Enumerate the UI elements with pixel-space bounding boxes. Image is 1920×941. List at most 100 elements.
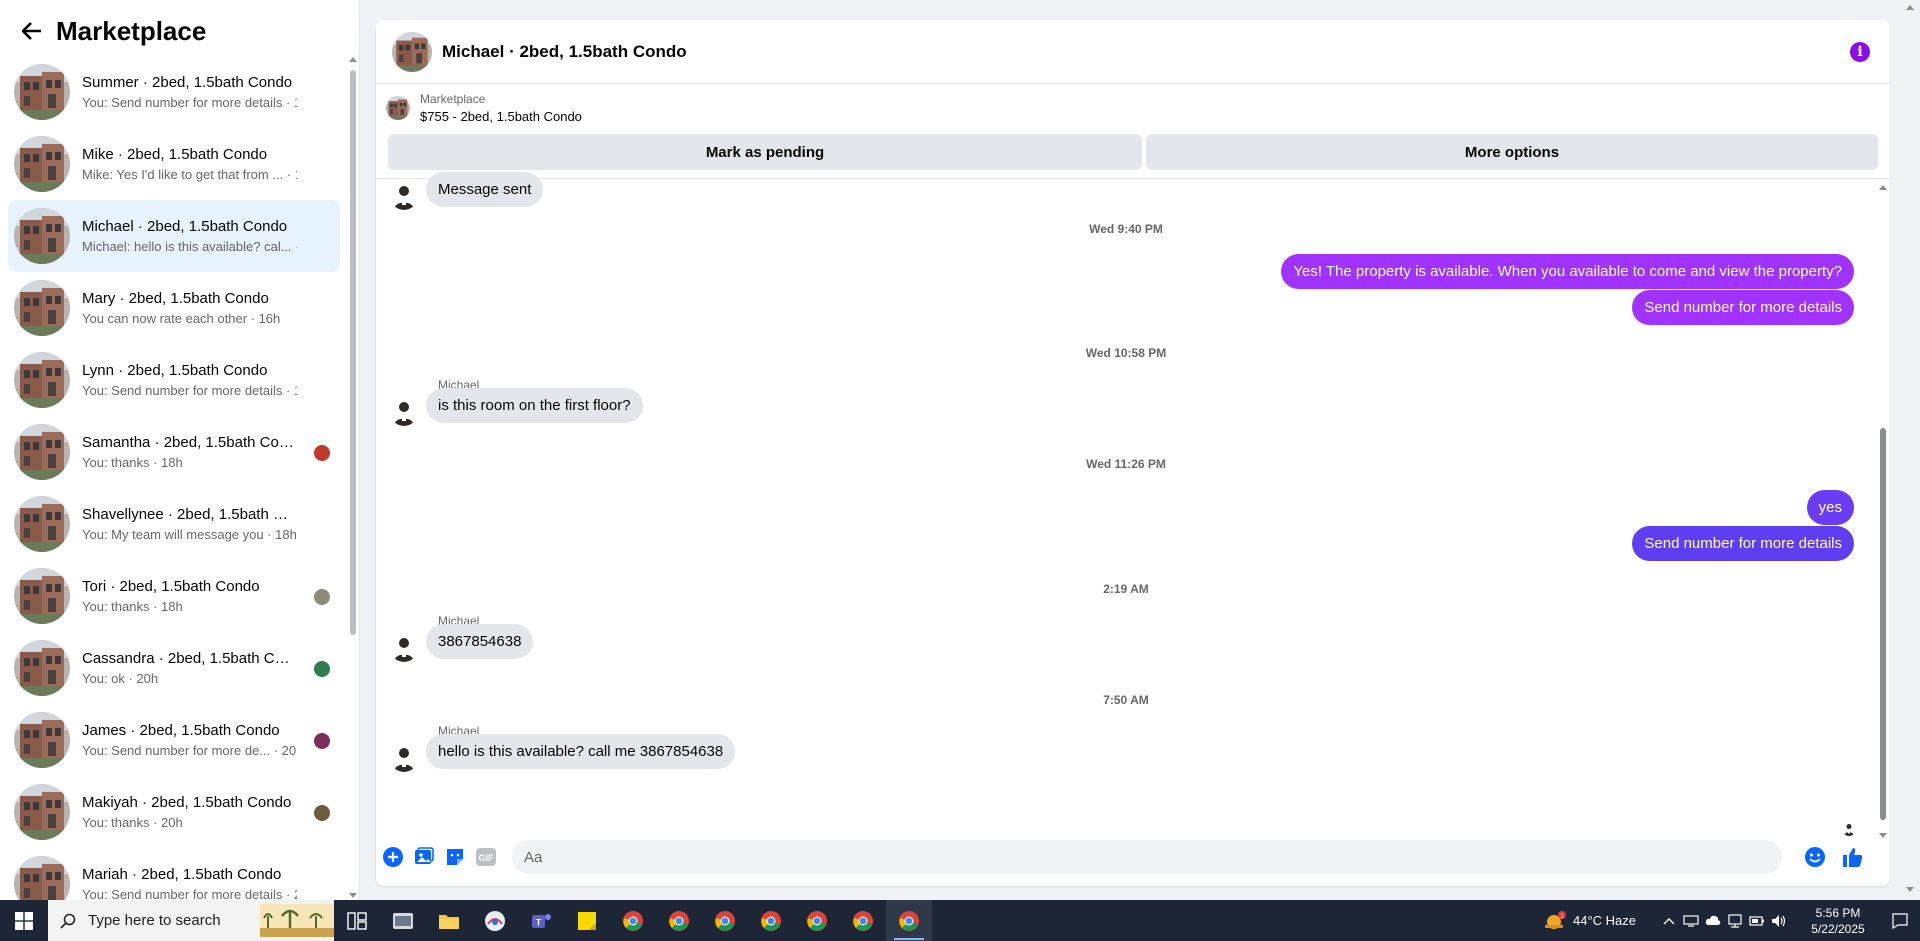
scroll-up-arrow-icon[interactable] (349, 57, 357, 62)
listing-title: $755 - 2bed, 1.5bath Condo (420, 109, 582, 124)
mark-as-pending-button[interactable]: Mark as pending (388, 134, 1142, 170)
file-explorer-icon[interactable] (426, 900, 472, 941)
read-receipt-avatar (314, 445, 330, 461)
cloud-icon[interactable] (1702, 900, 1724, 941)
teams-icon[interactable]: T (518, 900, 564, 941)
chrome-icon[interactable] (702, 900, 748, 941)
conversation-item[interactable]: Mike · 2bed, 1.5bath Condo Mike: Yes I'd … (8, 128, 340, 200)
sticker-icon[interactable] (444, 846, 466, 868)
conversation-item[interactable]: Samantha · 2bed, 1.5bath Con... You: than… (8, 416, 340, 488)
chrome-icon[interactable] (840, 900, 886, 941)
incoming-message-row: Message sent (390, 168, 544, 210)
conversation-item[interactable]: Summer · 2bed, 1.5bath Condo You: Send nu… (8, 56, 340, 128)
gif-icon[interactable]: GIF (475, 846, 497, 868)
emoji-icon[interactable] (1804, 846, 1826, 868)
display-icon[interactable] (1680, 900, 1702, 941)
incoming-message[interactable]: 3867854638 (426, 623, 534, 659)
conversation-preview: You: thanks · 18h (82, 455, 183, 470)
conversation-name: Mike · 2bed, 1.5bath Condo (82, 146, 268, 163)
chevron-up-icon[interactable] (1658, 900, 1680, 941)
speaker-icon[interactable] (1768, 900, 1790, 941)
chat-title[interactable]: Michael · 2bed, 1.5bath Condo (442, 42, 687, 62)
clock[interactable]: 5:56 PM 5/22/2025 (1796, 905, 1880, 937)
listing-avatar (14, 424, 70, 480)
chrome-icon[interactable] (748, 900, 794, 941)
conversation-item[interactable]: James · 2bed, 1.5bath Condo You: Send num… (8, 704, 340, 776)
conversation-item[interactable]: Makiyah · 2bed, 1.5bath Condo You: thanks… (8, 776, 340, 848)
outgoing-message[interactable]: Send number for more details (1632, 290, 1854, 325)
conversation-name: Lynn · 2bed, 1.5bath Condo (82, 362, 268, 379)
conversation-preview: You: Send number for more details · 20h (82, 887, 297, 900)
listing-avatar (14, 568, 70, 624)
incoming-message-row: hello is this available? call me 3867854… (390, 730, 736, 772)
conversation-item[interactable]: Shavellynee · 2bed, 1.5bath Condo You: My… (8, 488, 340, 560)
windows-start-icon[interactable] (0, 900, 48, 941)
incoming-message-row: 3867854638 (390, 620, 534, 662)
conversation-item[interactable]: Cassandra · 2bed, 1.5bath Con... You: ok … (8, 632, 340, 704)
system-tray: 1 44°C Haze 5:56 PM 5/22/2025 (1544, 900, 1920, 941)
incoming-message[interactable]: hello is this available? call me 3867854… (426, 733, 736, 769)
task-view-icon[interactable] (334, 900, 380, 941)
network-icon[interactable] (1724, 900, 1746, 941)
scroll-up-arrow-icon[interactable] (1879, 185, 1887, 190)
weather-text[interactable]: 44°C Haze (1573, 913, 1636, 928)
thumbs-up-icon[interactable] (1842, 846, 1864, 868)
message-thread: Message sent Wed 9:40 PM Yes! The proper… (376, 171, 1876, 840)
conversation-item[interactable]: Mariah · 2bed, 1.5bath Condo You: Send nu… (8, 848, 340, 900)
listing-avatar (14, 208, 70, 264)
scroll-down-arrow-icon[interactable] (1906, 887, 1914, 892)
conversation-name: Michael · 2bed, 1.5bath Condo (82, 218, 288, 235)
info-icon[interactable]: i (1850, 42, 1870, 62)
listing-label: Marketplace (420, 92, 486, 106)
conversation-preview: Mike: Yes I'd like to get that from ... … (82, 167, 297, 182)
conversation-name: Shavellynee · 2bed, 1.5bath Condo (82, 506, 297, 523)
conversation-name: Makiyah · 2bed, 1.5bath Condo (82, 794, 292, 811)
chrome-icon[interactable] (656, 900, 702, 941)
outgoing-message[interactable]: yes (1806, 490, 1854, 525)
sticky-notes-icon[interactable] (564, 900, 610, 941)
scroll-up-arrow-icon[interactable] (1906, 5, 1914, 10)
chat-scrollbar[interactable] (1878, 180, 1888, 840)
conversation-item[interactable]: Mary · 2bed, 1.5bath Condo You can now ra… (8, 272, 340, 344)
outgoing-message[interactable]: Send number for more details (1632, 526, 1854, 561)
conversation-preview: You: thanks · 18h (82, 599, 183, 614)
more-options-button[interactable]: More options (1146, 134, 1878, 170)
taskbar-search[interactable]: Type here to search (48, 900, 334, 941)
back-arrow-icon[interactable] (20, 19, 44, 43)
scroll-down-arrow-icon[interactable] (349, 893, 357, 898)
incoming-message[interactable]: Message sent (426, 171, 544, 207)
read-receipt-avatar (314, 733, 330, 749)
chrome-icon-active[interactable] (886, 900, 932, 941)
conversation-item-active[interactable]: Michael · 2bed, 1.5bath Condo Michael: he… (8, 200, 340, 272)
conversation-item[interactable]: Tori · 2bed, 1.5bath Condo You: thanks · … (8, 560, 340, 632)
message-input[interactable] (512, 840, 1782, 874)
conversation-name: Summer · 2bed, 1.5bath Condo (82, 74, 293, 91)
incoming-message[interactable]: is this room on the first floor? (426, 387, 643, 423)
conversation-preview: You: Send number for more de... · 20h (82, 743, 297, 758)
listing-avatar (14, 856, 70, 900)
listing-avatar (14, 136, 70, 192)
conversation-name: Samantha · 2bed, 1.5bath Con... (82, 434, 297, 451)
listing-summary[interactable]: Marketplace $755 - 2bed, 1.5bath Condo (386, 92, 582, 124)
app-icon[interactable] (380, 900, 426, 941)
listing-avatar[interactable] (392, 32, 432, 72)
chrome-icon[interactable] (794, 900, 840, 941)
listing-avatar (14, 496, 70, 552)
scrollbar-thumb[interactable] (350, 70, 356, 635)
sidebar-scrollbar[interactable] (348, 52, 358, 900)
timestamp: Wed 11:26 PM (1086, 457, 1166, 471)
battery-icon[interactable] (1746, 900, 1768, 941)
svg-text:T: T (536, 917, 542, 927)
app-icon[interactable] (472, 900, 518, 941)
photo-icon[interactable] (413, 846, 435, 868)
scrollbar-thumb[interactable] (1880, 428, 1886, 820)
notification-icon[interactable] (1880, 900, 1920, 941)
weather-icon[interactable]: 1 (1544, 910, 1567, 931)
conversation-name: Mary · 2bed, 1.5bath Condo (82, 290, 269, 307)
page-scrollbar[interactable] (1900, 0, 1920, 900)
chrome-icon[interactable] (610, 900, 656, 941)
outgoing-message[interactable]: Yes! The property is available. When you… (1281, 254, 1854, 289)
plus-icon[interactable] (382, 846, 404, 868)
conversation-item[interactable]: Lynn · 2bed, 1.5bath Condo You: Send numb… (8, 344, 340, 416)
timestamp: Wed 10:58 PM (1085, 346, 1167, 360)
